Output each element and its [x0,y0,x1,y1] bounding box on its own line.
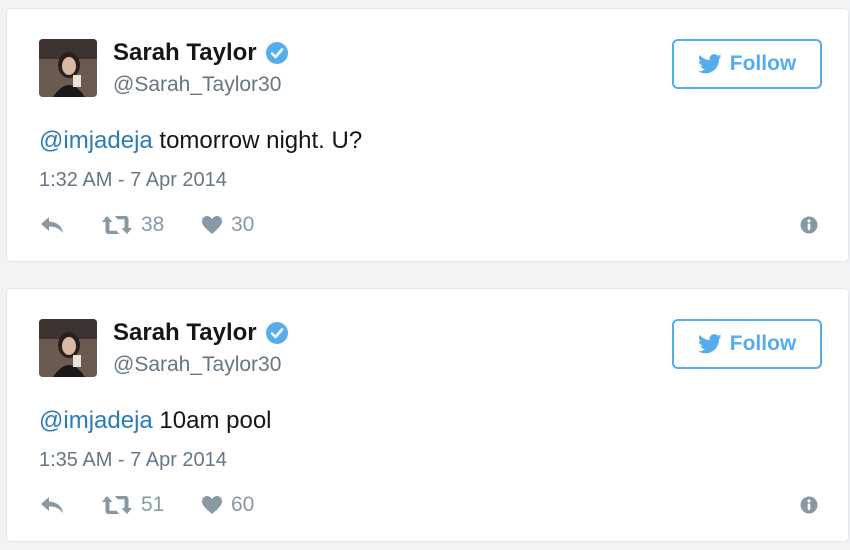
user-handle[interactable]: @Sarah_Taylor30 [113,73,281,97]
tweet-text: @imjadeja tomorrow night. U? [39,127,362,155]
tweet-timestamp[interactable]: 1:35 AM - 7 Apr 2014 [39,449,227,472]
tweet-actions: 38 30 [39,213,254,237]
reply-button[interactable] [39,215,101,235]
tweet-body: 10am pool [152,407,272,434]
verified-badge-icon [265,41,289,65]
reply-icon [41,217,63,233]
retweet-icon [102,216,132,234]
heart-icon [202,496,222,514]
display-name[interactable]: Sarah Taylor [113,39,257,67]
reply-button[interactable] [39,495,101,515]
follow-label: Follow [729,52,797,75]
retweet-icon [102,496,132,514]
follow-label: Follow [729,332,797,355]
display-name[interactable]: Sarah Taylor [113,319,257,347]
mention-link[interactable]: @imjadeja [39,407,153,434]
retweet-button[interactable]: 38 [101,213,201,237]
tweet-body: tomorrow night. U? [152,127,363,154]
tweet-card: Sarah Taylor @Sarah_Taylor30 Follow @imj… [6,288,849,542]
follow-button[interactable]: Follow [672,319,822,369]
tweet-card: Sarah Taylor @Sarah_Taylor30 Follow @imj… [6,8,849,262]
retweet-button[interactable]: 51 [101,493,201,517]
like-button[interactable]: 60 [201,493,254,517]
heart-icon [202,216,222,234]
info-icon[interactable] [800,496,818,514]
retweet-count: 38 [141,213,165,236]
user-handle[interactable]: @Sarah_Taylor30 [113,353,281,377]
retweet-count: 51 [141,493,165,516]
mention-link[interactable]: @imjadeja [39,127,153,154]
tweet-timestamp[interactable]: 1:32 AM - 7 Apr 2014 [39,169,227,192]
tweet-actions: 51 60 [39,493,254,517]
reply-icon [41,497,63,513]
avatar[interactable] [39,319,97,377]
twitter-bird-icon [697,334,722,354]
avatar[interactable] [39,39,97,97]
tweet-text: @imjadeja 10am pool [39,407,272,435]
info-icon[interactable] [800,216,818,234]
twitter-bird-icon [697,54,722,74]
like-button[interactable]: 30 [201,213,254,237]
follow-button[interactable]: Follow [672,39,822,89]
like-count: 30 [231,213,255,236]
like-count: 60 [231,493,255,516]
verified-badge-icon [265,321,289,345]
